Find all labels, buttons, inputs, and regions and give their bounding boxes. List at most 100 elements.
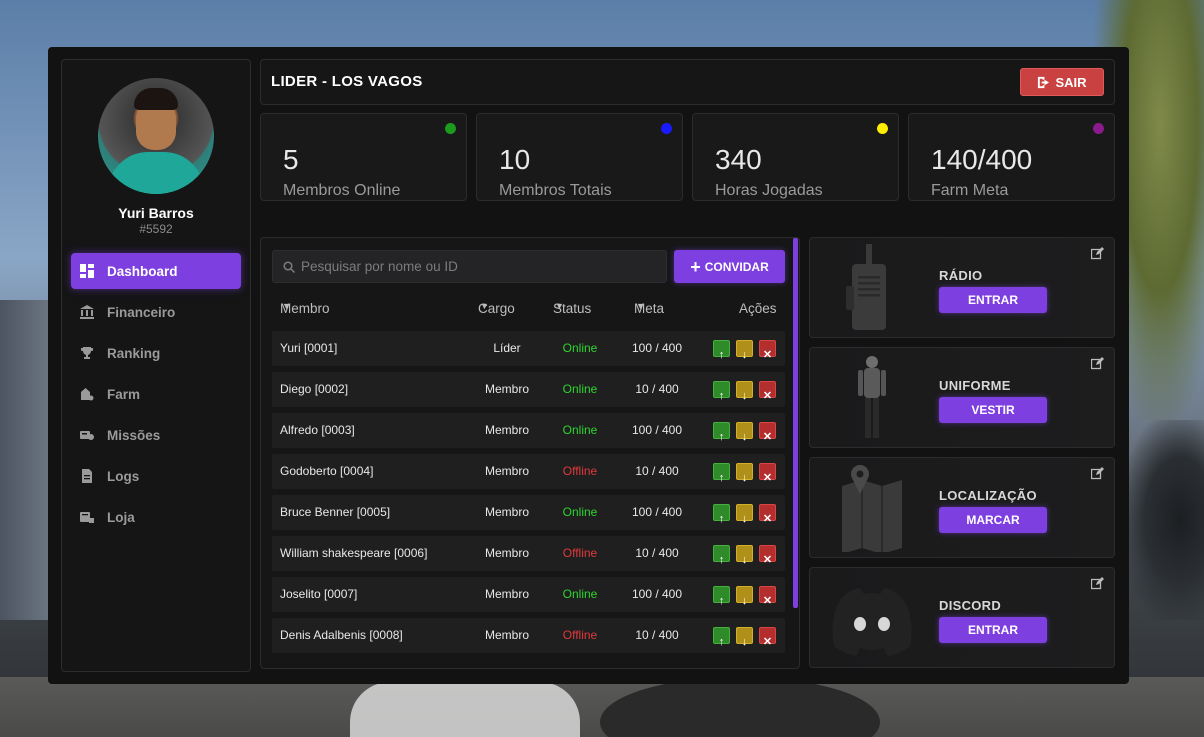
remove-button[interactable]: ✕ — [759, 340, 776, 361]
stat-value: 340 — [715, 144, 762, 175]
arrow-up-icon: ↑ — [718, 513, 725, 525]
row-actions: ↑ ↓ ✕ — [713, 627, 776, 648]
sidebar-nav: Dashboard Financeiro Ranking Farm Missõe… — [71, 253, 241, 540]
status-badge: Online — [562, 505, 598, 519]
edit-icon[interactable] — [1091, 357, 1104, 370]
sidebar-item-ranking[interactable]: Ranking — [71, 335, 241, 371]
column-header-actions: Ações — [739, 301, 777, 316]
remove-button[interactable]: ✕ — [759, 463, 776, 484]
promote-button[interactable]: ↑ — [713, 627, 730, 648]
page-title: LIDER - LOS VAGOS — [271, 73, 423, 90]
row-actions: ↑ ↓ ✕ — [713, 545, 776, 566]
search-placeholder: Pesquisar por nome ou ID — [301, 259, 458, 274]
avatar — [98, 78, 214, 194]
remove-button[interactable]: ✕ — [759, 545, 776, 566]
arrow-down-icon: ↓ — [741, 513, 748, 525]
demote-button[interactable]: ↓ — [736, 545, 753, 566]
promote-button[interactable]: ↑ — [713, 381, 730, 402]
demote-button[interactable]: ↓ — [736, 422, 753, 443]
invite-button[interactable]: + CONVIDAR — [674, 250, 785, 283]
discord-enter-button[interactable]: ENTRAR — [939, 617, 1047, 643]
row-actions: ↑ ↓ ✕ — [713, 340, 776, 361]
table-row: Denis Adalbenis [0008] Membro Offline 10 / … — [272, 618, 785, 653]
close-icon: ✕ — [762, 390, 773, 402]
promote-button[interactable]: ↑ — [713, 504, 730, 525]
sidebar-item-financeiro[interactable]: Financeiro — [71, 294, 241, 330]
uniform-icon — [858, 356, 886, 438]
scrollbar[interactable] — [793, 238, 798, 608]
sidebar-item-dashboard[interactable]: Dashboard — [71, 253, 241, 289]
member-cargo: Membro — [484, 464, 529, 478]
demote-button[interactable]: ↓ — [736, 463, 753, 484]
shop-icon — [80, 510, 94, 524]
stat-card-hours: 340 Horas Jogadas — [692, 113, 899, 201]
sidebar: Yuri Barros #5592 Dashboard Financeiro R… — [61, 59, 251, 672]
member-meta: 10 / 400 — [635, 464, 679, 478]
demote-button[interactable]: ↓ — [736, 586, 753, 607]
member-name: Denis Adalbenis [0008] — [280, 628, 403, 642]
close-icon: ✕ — [762, 349, 773, 361]
plus-icon: + — [690, 256, 701, 277]
search-input[interactable]: Pesquisar por nome ou ID — [272, 250, 667, 283]
demote-button[interactable]: ↓ — [736, 627, 753, 648]
close-icon: ✕ — [762, 554, 773, 566]
sidebar-item-farm[interactable]: Farm — [71, 376, 241, 412]
table-row: Yuri [0001] Líder Online 100 / 400 ↑ ↓ ✕ — [272, 331, 785, 366]
member-meta: 100 / 400 — [631, 423, 683, 437]
promote-button[interactable]: ↑ — [713, 586, 730, 607]
logout-label: SAIR — [1055, 74, 1087, 90]
member-meta: 100 / 400 — [631, 341, 683, 355]
status-badge: Offline — [562, 546, 598, 560]
close-icon: ✕ — [762, 431, 773, 443]
demote-button[interactable]: ↓ — [736, 381, 753, 402]
sidebar-item-missoes[interactable]: Missões — [71, 417, 241, 453]
edit-icon[interactable] — [1091, 467, 1104, 480]
status-dot — [1093, 123, 1104, 134]
card-title: DISCORD — [939, 598, 1002, 613]
card-discord: DISCORD ENTRAR — [809, 567, 1115, 668]
remove-button[interactable]: ✕ — [759, 381, 776, 402]
invite-label: CONVIDAR — [704, 259, 769, 274]
close-icon: ✕ — [762, 595, 773, 607]
edit-icon[interactable] — [1091, 247, 1104, 260]
member-meta: 100 / 400 — [631, 587, 683, 601]
promote-button[interactable]: ↑ — [713, 463, 730, 484]
remove-button[interactable]: ✕ — [759, 422, 776, 443]
member-cargo: Líder — [493, 341, 521, 355]
status-badge: Online — [562, 587, 598, 601]
sidebar-item-logs[interactable]: Logs — [71, 458, 241, 494]
promote-button[interactable]: ↑ — [713, 545, 730, 566]
user-name: Yuri Barros — [118, 205, 194, 221]
discord-icon — [832, 588, 912, 656]
arrow-down-icon: ↓ — [741, 390, 748, 402]
remove-button[interactable]: ✕ — [759, 586, 776, 607]
member-name: William shakespeare [0006] — [280, 546, 428, 560]
edit-icon[interactable] — [1091, 577, 1104, 590]
sidebar-item-label: Ranking — [107, 345, 161, 361]
sort-caret-icon: ▼ — [480, 301, 489, 311]
status-dot — [877, 123, 888, 134]
member-name: Diego [0002] — [280, 382, 349, 396]
logout-button[interactable]: SAIR — [1020, 68, 1104, 96]
demote-button[interactable]: ↓ — [736, 504, 753, 525]
map-pin-icon — [842, 465, 902, 552]
promote-button[interactable]: ↑ — [713, 422, 730, 443]
location-mark-button[interactable]: MARCAR — [939, 507, 1047, 533]
card-title: RÁDIO — [939, 268, 983, 283]
status-dot — [661, 123, 672, 134]
sidebar-item-label: Farm — [107, 386, 141, 402]
arrow-down-icon: ↓ — [741, 595, 748, 607]
sidebar-item-loja[interactable]: Loja — [71, 499, 241, 535]
stat-card-online: 5 Membros Online — [260, 113, 467, 201]
demote-button[interactable]: ↓ — [736, 340, 753, 361]
member-cargo: Membro — [484, 423, 529, 437]
remove-button[interactable]: ✕ — [759, 504, 776, 525]
sort-caret-icon: ▼ — [555, 301, 564, 311]
radio-enter-button[interactable]: ENTRAR — [939, 287, 1047, 313]
uniform-wear-button[interactable]: VESTIR — [939, 397, 1047, 423]
remove-button[interactable]: ✕ — [759, 627, 776, 648]
member-meta: 10 / 400 — [635, 628, 679, 642]
stat-value: 140/400 — [931, 144, 1033, 175]
promote-button[interactable]: ↑ — [713, 340, 730, 361]
radio-icon — [846, 244, 886, 330]
